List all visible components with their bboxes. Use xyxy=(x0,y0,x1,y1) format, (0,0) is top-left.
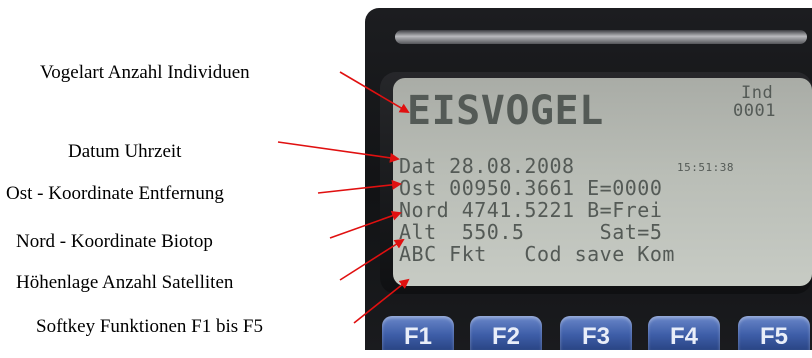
arrow-bird xyxy=(339,71,410,114)
arrow-east xyxy=(317,179,402,194)
arrow-altitude xyxy=(339,238,405,281)
arrow-softkeys xyxy=(353,278,410,324)
arrow-datetime xyxy=(277,141,400,163)
annotation-arrows xyxy=(277,71,410,324)
arrow-north xyxy=(329,210,402,239)
